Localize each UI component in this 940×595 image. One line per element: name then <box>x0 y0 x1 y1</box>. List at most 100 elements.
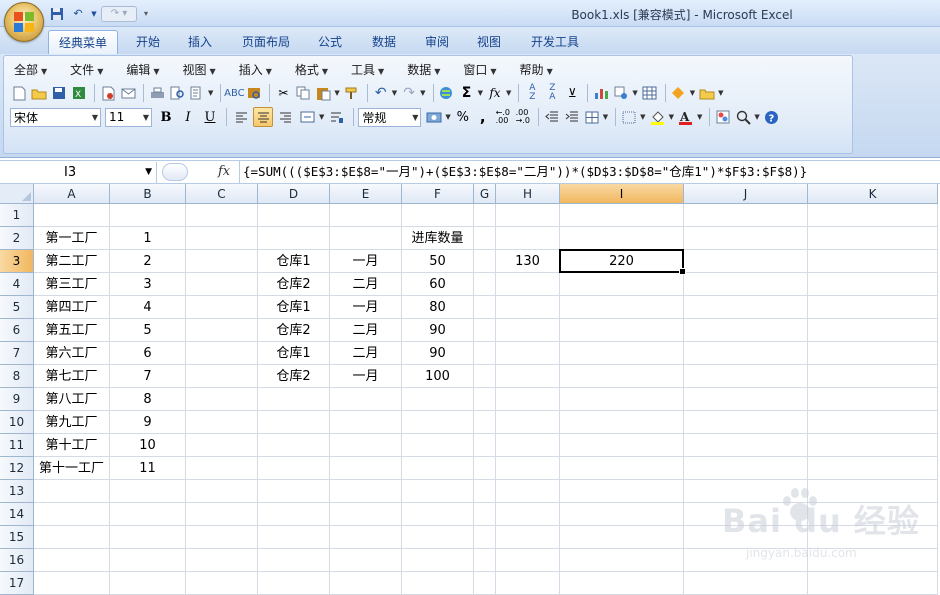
tab-view[interactable]: 视图 <box>467 30 511 54</box>
name-box[interactable]: I3 ▼ <box>0 162 157 183</box>
research-icon[interactable] <box>188 84 206 102</box>
cell-h14[interactable] <box>496 503 560 526</box>
column-header-d[interactable]: D <box>258 184 330 204</box>
cell-b13[interactable] <box>110 480 186 503</box>
zoom-icon[interactable] <box>734 108 752 126</box>
cell-i4[interactable] <box>560 273 684 296</box>
cell-g8[interactable] <box>474 365 496 388</box>
column-header-c[interactable]: C <box>186 184 258 204</box>
font-size-select[interactable]: 11 ▼ <box>105 107 152 127</box>
cell-i1[interactable] <box>560 204 684 227</box>
bold-button[interactable]: B <box>156 107 176 127</box>
cell-h11[interactable] <box>496 434 560 457</box>
cell-e8[interactable]: 一月 <box>330 365 402 388</box>
cell-i7[interactable] <box>560 342 684 365</box>
currency-icon[interactable] <box>425 108 443 126</box>
cell-b12[interactable]: 11 <box>110 457 186 480</box>
email-icon[interactable] <box>119 84 137 102</box>
row-header-7[interactable]: 7 <box>0 342 34 365</box>
cell-a10[interactable]: 第九工厂 <box>34 411 110 434</box>
cell-e11[interactable] <box>330 434 402 457</box>
cell-b15[interactable] <box>110 526 186 549</box>
cell-g5[interactable] <box>474 296 496 319</box>
cell-a9[interactable]: 第八工厂 <box>34 388 110 411</box>
cell-e15[interactable] <box>330 526 402 549</box>
cell-f13[interactable] <box>402 480 474 503</box>
cell-d7[interactable]: 仓库1 <box>258 342 330 365</box>
cell-j9[interactable] <box>684 388 808 411</box>
cell-a11[interactable]: 第十工厂 <box>34 434 110 457</box>
cell-g6[interactable] <box>474 319 496 342</box>
wrap-text-icon[interactable] <box>327 107 347 127</box>
row-header-12[interactable]: 12 <box>0 457 34 480</box>
autosum-icon[interactable]: Σ <box>458 84 476 102</box>
copy-icon[interactable] <box>294 84 312 102</box>
tab-page-layout[interactable]: 页面布局 <box>232 30 300 54</box>
column-header-g[interactable]: G <box>474 184 496 204</box>
cell-k12[interactable] <box>808 457 938 480</box>
row-header-9[interactable]: 9 <box>0 388 34 411</box>
cell-e10[interactable] <box>330 411 402 434</box>
cell-i12[interactable] <box>560 457 684 480</box>
cell-b6[interactable]: 5 <box>110 319 186 342</box>
cell-h15[interactable] <box>496 526 560 549</box>
drawing-icon[interactable] <box>612 84 630 102</box>
hyperlink-globe-icon[interactable] <box>438 84 456 102</box>
cell-d6[interactable]: 仓库2 <box>258 319 330 342</box>
cell-i11[interactable] <box>560 434 684 457</box>
cell-i16[interactable] <box>560 549 684 572</box>
column-header-e[interactable]: E <box>330 184 402 204</box>
tab-home[interactable]: 开始 <box>126 30 170 54</box>
font-name-select[interactable]: 宋体 ▼ <box>10 107 101 127</box>
cell-d10[interactable] <box>258 411 330 434</box>
print-preview-icon[interactable] <box>168 84 186 102</box>
row-header-4[interactable]: 4 <box>0 273 34 296</box>
cell-d15[interactable] <box>258 526 330 549</box>
row-header-5[interactable]: 5 <box>0 296 34 319</box>
row-header-16[interactable]: 16 <box>0 549 34 572</box>
cell-c13[interactable] <box>186 480 258 503</box>
row-header-10[interactable]: 10 <box>0 411 34 434</box>
cell-j6[interactable] <box>684 319 808 342</box>
cell-d14[interactable] <box>258 503 330 526</box>
row-header-2[interactable]: 2 <box>0 227 34 250</box>
row-header-15[interactable]: 15 <box>0 526 34 549</box>
cell-b8[interactable]: 7 <box>110 365 186 388</box>
cut-icon[interactable]: ✂ <box>274 84 292 102</box>
cell-i17[interactable] <box>560 572 684 595</box>
cell-d4[interactable]: 仓库2 <box>258 273 330 296</box>
cell-e3[interactable]: 一月 <box>330 250 402 273</box>
insert-function-icon[interactable]: fx <box>486 84 504 102</box>
cell-i15[interactable] <box>560 526 684 549</box>
cell-i10[interactable] <box>560 411 684 434</box>
cell-f2[interactable]: 进库数量 <box>402 227 474 250</box>
column-header-k[interactable]: K <box>808 184 938 204</box>
filter-icon[interactable]: ⊻ <box>563 84 581 102</box>
cell-k7[interactable] <box>808 342 938 365</box>
cell-c16[interactable] <box>186 549 258 572</box>
cell-g4[interactable] <box>474 273 496 296</box>
cell-j12[interactable] <box>684 457 808 480</box>
cell-a4[interactable]: 第三工厂 <box>34 273 110 296</box>
column-header-f[interactable]: F <box>402 184 474 204</box>
fill-color-icon[interactable] <box>649 108 667 126</box>
cell-i14[interactable] <box>560 503 684 526</box>
cell-c1[interactable] <box>186 204 258 227</box>
open-folder-icon[interactable] <box>30 84 48 102</box>
cell-h12[interactable] <box>496 457 560 480</box>
cell-g10[interactable] <box>474 411 496 434</box>
cell-g3[interactable] <box>474 250 496 273</box>
spelling-icon[interactable]: ABC <box>224 84 245 102</box>
cell-a8[interactable]: 第七工厂 <box>34 365 110 388</box>
cell-j11[interactable] <box>684 434 808 457</box>
cell-a7[interactable]: 第六工厂 <box>34 342 110 365</box>
cell-b10[interactable]: 9 <box>110 411 186 434</box>
cell-k2[interactable] <box>808 227 938 250</box>
menu-format[interactable]: 格式 ▼ <box>281 61 337 79</box>
cell-d2[interactable] <box>258 227 330 250</box>
row-header-17[interactable]: 17 <box>0 572 34 595</box>
cell-j7[interactable] <box>684 342 808 365</box>
cell-i2[interactable] <box>560 227 684 250</box>
cell-j8[interactable] <box>684 365 808 388</box>
cell-f12[interactable] <box>402 457 474 480</box>
